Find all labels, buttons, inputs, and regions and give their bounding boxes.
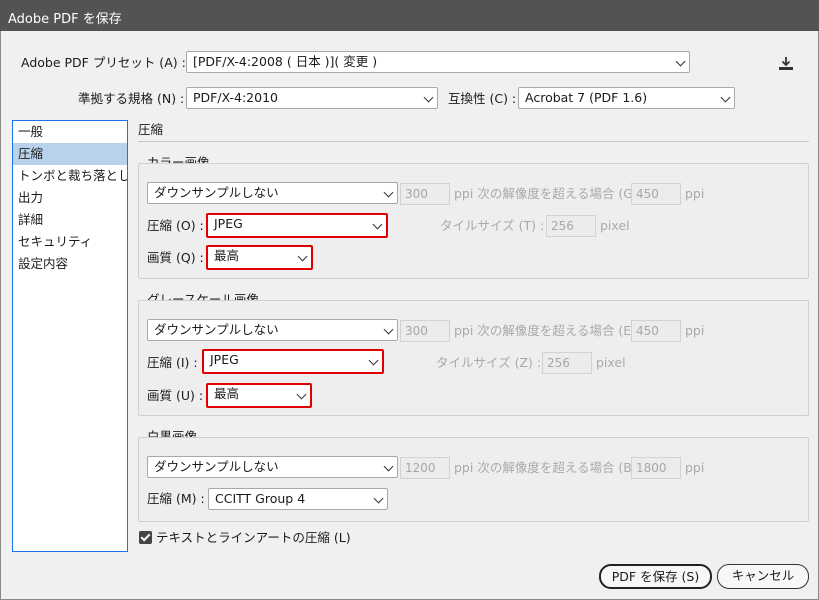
mono-downsample-select[interactable]: ダウンサンプルしない: [147, 456, 398, 478]
gray-compression-select[interactable]: JPEG: [202, 349, 384, 374]
sidebar-item-advanced[interactable]: 詳細: [13, 209, 127, 231]
color-threshold-input[interactable]: 450: [631, 183, 681, 205]
chevron-down-icon: [383, 187, 394, 198]
chevron-down-icon: [675, 56, 686, 67]
compat-select[interactable]: Acrobat 7 (PDF 1.6): [518, 87, 735, 109]
cancel-button[interactable]: キャンセル: [717, 564, 809, 589]
window-titlebar: Adobe PDF を保存: [0, 0, 819, 31]
color-quality-value: 最高: [214, 248, 240, 263]
color-compression-select[interactable]: JPEG: [206, 213, 388, 238]
color-quality-select[interactable]: 最高: [206, 245, 313, 270]
color-threshold-label: ppi 次の解像度を超える場合 (G): [454, 186, 638, 201]
chevron-down-icon: [383, 461, 394, 472]
color-tile-input[interactable]: 256: [546, 215, 596, 237]
compat-label: 互換性 (C) :: [448, 91, 517, 106]
chevron-down-icon: [383, 324, 394, 335]
chevron-down-icon: [372, 219, 383, 230]
mono-compression-label: 圧縮 (M) :: [147, 491, 205, 506]
sidebar-item-general[interactable]: 一般: [13, 121, 127, 143]
gray-ppi-input[interactable]: 300: [400, 320, 450, 342]
chevron-down-icon: [297, 251, 308, 262]
standard-label: 準拠する規格 (N) :: [78, 91, 185, 106]
gray-threshold-label: ppi 次の解像度を超える場合 (E): [454, 323, 637, 338]
mono-threshold-label: ppi 次の解像度を超える場合 (B): [454, 460, 637, 475]
preset-label: Adobe PDF プリセット (A) :: [21, 55, 186, 70]
color-quality-label: 画質 (Q) :: [147, 250, 204, 265]
gray-downsample-select[interactable]: ダウンサンプルしない: [147, 319, 398, 341]
sidebar-item-security[interactable]: セキュリティ: [13, 231, 127, 253]
chevron-down-icon: [296, 389, 307, 400]
sidebar-item-marks-bleeds[interactable]: トンボと裁ち落とし: [13, 165, 127, 187]
mono-threshold-input[interactable]: 1800: [631, 457, 681, 479]
chevron-down-icon: [373, 493, 384, 504]
color-tile-label: タイルサイズ (T) :: [440, 218, 545, 233]
chevron-down-icon: [720, 92, 731, 103]
text-compress-label[interactable]: テキストとラインアートの圧縮 (L): [156, 530, 351, 546]
gray-tile-unit: pixel: [596, 355, 626, 370]
color-tile-unit: pixel: [600, 218, 630, 233]
checkmark-icon[interactable]: [139, 531, 152, 544]
gray-tile-input[interactable]: 256: [542, 352, 592, 374]
gray-quality-select[interactable]: 最高: [206, 383, 312, 408]
mono-compression-select[interactable]: CCITT Group 4: [208, 488, 388, 510]
compat-value: Acrobat 7 (PDF 1.6): [525, 90, 648, 105]
sidebar-item-output[interactable]: 出力: [13, 187, 127, 209]
save-pdf-button[interactable]: PDF を保存 (S): [599, 564, 712, 589]
color-downsample-value: ダウンサンプルしない: [154, 185, 279, 200]
gray-quality-label: 画質 (U) :: [147, 388, 204, 403]
color-compression-value: JPEG: [214, 216, 243, 231]
standard-select[interactable]: PDF/X-4:2010: [186, 87, 438, 109]
save-pdf-dialog: Adobe PDF プリセット (A) : [PDF/X-4:2008 ( 日本…: [0, 31, 819, 600]
gray-threshold-input[interactable]: 450: [631, 320, 681, 342]
chevron-down-icon: [368, 355, 379, 366]
color-compression-label: 圧縮 (O) :: [147, 218, 204, 233]
mono-ppi-input[interactable]: 1200: [400, 457, 450, 479]
gray-compression-label: 圧縮 (I) :: [147, 355, 198, 370]
color-downsample-select[interactable]: ダウンサンプルしない: [147, 182, 398, 204]
standard-value: PDF/X-4:2010: [193, 90, 278, 105]
mono-ppi-unit: ppi: [685, 460, 705, 475]
chevron-down-icon: [423, 92, 434, 103]
gray-tile-label: タイルサイズ (Z) :: [436, 355, 542, 370]
sidebar-item-summary[interactable]: 設定内容: [13, 253, 127, 275]
gray-downsample-value: ダウンサンプルしない: [154, 322, 279, 337]
color-ppi-input[interactable]: 300: [400, 183, 450, 205]
mono-downsample-value: ダウンサンプルしない: [154, 459, 279, 474]
color-ppi-unit: ppi: [685, 186, 705, 201]
category-sidebar: 一般 圧縮 トンボと裁ち落とし 出力 詳細 セキュリティ 設定内容: [12, 120, 128, 552]
gray-compression-value: JPEG: [210, 352, 239, 367]
sidebar-item-compression[interactable]: 圧縮: [13, 143, 127, 165]
section-title: 圧縮: [138, 122, 164, 137]
preset-select[interactable]: [PDF/X-4:2008 ( 日本 )]( 変更 ): [186, 51, 690, 73]
mono-compression-value: CCITT Group 4: [215, 491, 306, 506]
gray-quality-value: 最高: [214, 386, 240, 401]
download-icon[interactable]: [777, 56, 795, 72]
window-title: Adobe PDF を保存: [8, 12, 122, 27]
section-divider: [138, 141, 809, 142]
gray-ppi-unit: ppi: [685, 323, 705, 338]
preset-value: [PDF/X-4:2008 ( 日本 )]( 変更 ): [193, 54, 378, 69]
